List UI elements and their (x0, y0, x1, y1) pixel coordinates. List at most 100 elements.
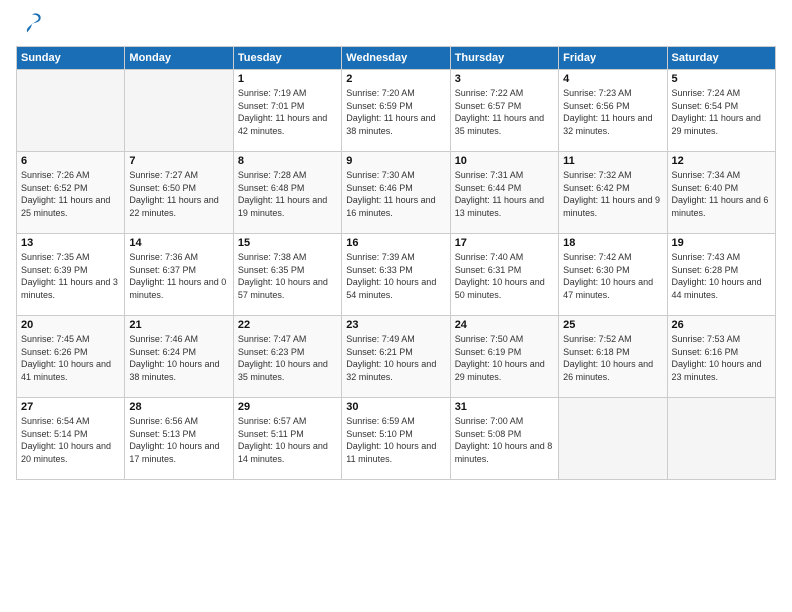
day-number: 2 (346, 73, 445, 85)
header (16, 12, 776, 38)
calendar-cell: 11 Sunrise: 7:32 AMSunset: 6:42 PMDayligh… (559, 152, 667, 234)
day-detail: Sunrise: 7:00 AMSunset: 5:08 PMDaylight:… (455, 415, 554, 465)
day-detail: Sunrise: 7:38 AMSunset: 6:35 PMDaylight:… (238, 251, 337, 301)
calendar-cell: 27 Sunrise: 6:54 AMSunset: 5:14 PMDayligh… (17, 398, 125, 480)
day-detail: Sunrise: 7:23 AMSunset: 6:56 PMDaylight:… (563, 87, 662, 137)
day-detail: Sunrise: 7:43 AMSunset: 6:28 PMDaylight:… (672, 251, 771, 301)
calendar-cell: 30Sunrise: 6:59 AMSunset: 5:10 PMDayligh… (342, 398, 450, 480)
day-detail: Sunrise: 7:46 AMSunset: 6:24 PMDaylight:… (129, 333, 228, 383)
calendar-body: 1Sunrise: 7:19 AMSunset: 7:01 PMDaylight… (17, 70, 776, 480)
logo (16, 16, 46, 38)
calendar-cell: 16 Sunrise: 7:39 AMSunset: 6:33 PMDayligh… (342, 234, 450, 316)
calendar-cell: 8 Sunrise: 7:28 AMSunset: 6:48 PMDaylight… (233, 152, 341, 234)
weekday-header-tuesday: Tuesday (233, 47, 341, 70)
weekday-header-friday: Friday (559, 47, 667, 70)
calendar-cell: 19 Sunrise: 7:43 AMSunset: 6:28 PMDayligh… (667, 234, 775, 316)
day-detail: Sunrise: 7:36 AMSunset: 6:37 PMDaylight:… (129, 251, 228, 301)
calendar-cell: 1Sunrise: 7:19 AMSunset: 7:01 PMDaylight… (233, 70, 341, 152)
day-number: 12 (672, 155, 771, 167)
week-row-3: 13Sunrise: 7:35 AMSunset: 6:39 PMDayligh… (17, 234, 776, 316)
week-row-1: 1Sunrise: 7:19 AMSunset: 7:01 PMDaylight… (17, 70, 776, 152)
calendar-cell: 3 Sunrise: 7:22 AMSunset: 6:57 PMDaylight… (450, 70, 558, 152)
day-detail: Sunrise: 7:19 AMSunset: 7:01 PMDaylight:… (238, 87, 337, 137)
calendar-cell (559, 398, 667, 480)
calendar-cell: 26 Sunrise: 7:53 AMSunset: 6:16 PMDayligh… (667, 316, 775, 398)
day-number: 15 (238, 237, 337, 249)
week-row-2: 6 Sunrise: 7:26 AMSunset: 6:52 PMDaylight… (17, 152, 776, 234)
logo-bird-icon (18, 10, 46, 38)
day-number: 20 (21, 319, 120, 331)
calendar-cell: 25 Sunrise: 7:52 AMSunset: 6:18 PMDayligh… (559, 316, 667, 398)
calendar-cell: 22 Sunrise: 7:47 AMSunset: 6:23 PMDayligh… (233, 316, 341, 398)
calendar-cell: 9 Sunrise: 7:30 AMSunset: 6:46 PMDaylight… (342, 152, 450, 234)
weekday-header-row: SundayMondayTuesdayWednesdayThursdayFrid… (17, 47, 776, 70)
day-number: 16 (346, 237, 445, 249)
day-detail: Sunrise: 7:34 AMSunset: 6:40 PMDaylight:… (672, 169, 771, 219)
day-number: 13 (21, 237, 120, 249)
calendar-cell: 17 Sunrise: 7:40 AMSunset: 6:31 PMDayligh… (450, 234, 558, 316)
calendar-cell: 31 Sunrise: 7:00 AMSunset: 5:08 PMDayligh… (450, 398, 558, 480)
day-detail: Sunrise: 7:24 AMSunset: 6:54 PMDaylight:… (672, 87, 771, 137)
day-detail: Sunrise: 7:20 AMSunset: 6:59 PMDaylight:… (346, 87, 445, 137)
calendar-cell: 18 Sunrise: 7:42 AMSunset: 6:30 PMDayligh… (559, 234, 667, 316)
calendar-cell: 20 Sunrise: 7:45 AMSunset: 6:26 PMDayligh… (17, 316, 125, 398)
day-number: 9 (346, 155, 445, 167)
calendar-cell: 10Sunrise: 7:31 AMSunset: 6:44 PMDayligh… (450, 152, 558, 234)
day-number: 3 (455, 73, 554, 85)
day-number: 30 (346, 401, 445, 413)
day-number: 4 (563, 73, 662, 85)
day-number: 31 (455, 401, 554, 413)
day-detail: Sunrise: 7:30 AMSunset: 6:46 PMDaylight:… (346, 169, 445, 219)
day-detail: Sunrise: 7:22 AMSunset: 6:57 PMDaylight:… (455, 87, 554, 137)
day-number: 21 (129, 319, 228, 331)
day-number: 25 (563, 319, 662, 331)
day-detail: Sunrise: 7:53 AMSunset: 6:16 PMDaylight:… (672, 333, 771, 383)
day-number: 26 (672, 319, 771, 331)
calendar-cell: 7Sunrise: 7:27 AMSunset: 6:50 PMDaylight… (125, 152, 233, 234)
day-number: 14 (129, 237, 228, 249)
day-detail: Sunrise: 7:32 AMSunset: 6:42 PMDaylight:… (563, 169, 662, 219)
day-detail: Sunrise: 7:42 AMSunset: 6:30 PMDaylight:… (563, 251, 662, 301)
day-number: 17 (455, 237, 554, 249)
calendar-cell: 29Sunrise: 6:57 AMSunset: 5:11 PMDayligh… (233, 398, 341, 480)
day-number: 5 (672, 73, 771, 85)
day-number: 7 (129, 155, 228, 167)
day-detail: Sunrise: 7:39 AMSunset: 6:33 PMDaylight:… (346, 251, 445, 301)
day-number: 10 (455, 155, 554, 167)
weekday-header-monday: Monday (125, 47, 233, 70)
calendar-cell: 13Sunrise: 7:35 AMSunset: 6:39 PMDayligh… (17, 234, 125, 316)
day-detail: Sunrise: 7:52 AMSunset: 6:18 PMDaylight:… (563, 333, 662, 383)
day-detail: Sunrise: 7:26 AMSunset: 6:52 PMDaylight:… (21, 169, 120, 219)
day-number: 6 (21, 155, 120, 167)
week-row-5: 27 Sunrise: 6:54 AMSunset: 5:14 PMDayligh… (17, 398, 776, 480)
day-number: 27 (21, 401, 120, 413)
calendar-cell: 23 Sunrise: 7:49 AMSunset: 6:21 PMDayligh… (342, 316, 450, 398)
week-row-4: 20 Sunrise: 7:45 AMSunset: 6:26 PMDayligh… (17, 316, 776, 398)
weekday-header-saturday: Saturday (667, 47, 775, 70)
calendar-table: SundayMondayTuesdayWednesdayThursdayFrid… (16, 46, 776, 480)
calendar-cell: 15 Sunrise: 7:38 AMSunset: 6:35 PMDayligh… (233, 234, 341, 316)
day-number: 18 (563, 237, 662, 249)
calendar-cell: 24Sunrise: 7:50 AMSunset: 6:19 PMDayligh… (450, 316, 558, 398)
day-number: 11 (563, 155, 662, 167)
calendar-cell: 2 Sunrise: 7:20 AMSunset: 6:59 PMDaylight… (342, 70, 450, 152)
day-detail: Sunrise: 7:45 AMSunset: 6:26 PMDaylight:… (21, 333, 120, 383)
day-number: 8 (238, 155, 337, 167)
day-number: 19 (672, 237, 771, 249)
day-detail: Sunrise: 7:28 AMSunset: 6:48 PMDaylight:… (238, 169, 337, 219)
calendar-cell: 12 Sunrise: 7:34 AMSunset: 6:40 PMDayligh… (667, 152, 775, 234)
weekday-header-wednesday: Wednesday (342, 47, 450, 70)
day-number: 23 (346, 319, 445, 331)
calendar-cell: 28Sunrise: 6:56 AMSunset: 5:13 PMDayligh… (125, 398, 233, 480)
calendar-cell: 14 Sunrise: 7:36 AMSunset: 6:37 PMDayligh… (125, 234, 233, 316)
day-detail: Sunrise: 7:40 AMSunset: 6:31 PMDaylight:… (455, 251, 554, 301)
calendar-cell: 6 Sunrise: 7:26 AMSunset: 6:52 PMDaylight… (17, 152, 125, 234)
day-number: 24 (455, 319, 554, 331)
weekday-header-thursday: Thursday (450, 47, 558, 70)
day-number: 22 (238, 319, 337, 331)
day-number: 29 (238, 401, 337, 413)
day-detail: Sunrise: 6:54 AMSunset: 5:14 PMDaylight:… (21, 415, 120, 465)
calendar-cell (125, 70, 233, 152)
day-detail: Sunrise: 7:47 AMSunset: 6:23 PMDaylight:… (238, 333, 337, 383)
day-detail: Sunrise: 7:49 AMSunset: 6:21 PMDaylight:… (346, 333, 445, 383)
